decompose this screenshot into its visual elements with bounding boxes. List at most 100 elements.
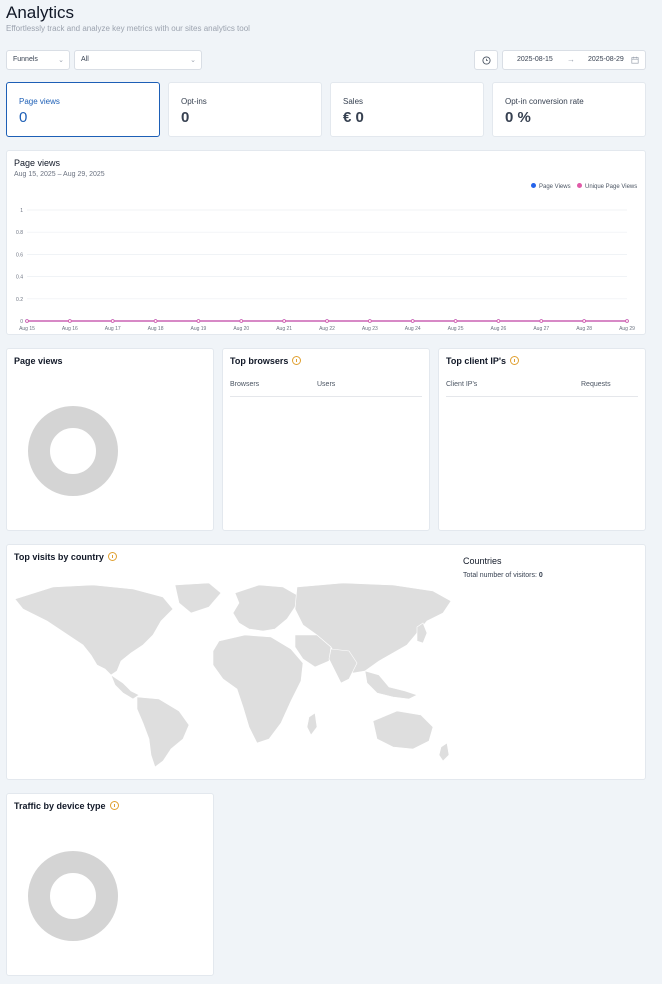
data-point (582, 319, 586, 323)
data-point (68, 319, 72, 323)
map-greenland (174, 582, 222, 614)
kpi-opt-in-conversion-rate[interactable]: Opt-in conversion rate 0 % (492, 82, 646, 137)
kpi-label: Sales (343, 97, 364, 106)
date-to[interactable]: 2025-08-29 (588, 56, 624, 63)
info-icon[interactable] (509, 356, 519, 365)
calendar-icon (631, 56, 639, 64)
legend-unique-page-views[interactable]: Unique Page Views (577, 183, 637, 190)
data-point (539, 319, 544, 323)
x-tick-label: Aug 20 (233, 326, 249, 332)
legend-dot (531, 183, 536, 188)
kpi-label: Opt-in conversion rate (505, 97, 584, 106)
pageviews-chart-card: Page views Aug 15, 2025 – Aug 29, 2025 P… (6, 150, 646, 335)
device-donut (28, 851, 118, 941)
map-southeast-asia (364, 670, 418, 700)
chart-subtitle: Aug 15, 2025 – Aug 29, 2025 (14, 171, 105, 178)
data-point (496, 319, 501, 323)
x-tick-label: Aug 17 (105, 326, 121, 332)
kpi-label: Page views (19, 97, 60, 106)
x-tick-label: Aug 21 (276, 326, 292, 332)
x-tick-label: Aug 27 (533, 326, 549, 332)
top-browsers-card: Top browsers Browsers Users (222, 348, 430, 531)
data-point (282, 319, 286, 323)
kpi-page-views[interactable]: Page views 0 (6, 82, 160, 137)
x-tick-label: Aug 16 (62, 326, 78, 332)
info-icon[interactable] (292, 356, 302, 365)
kpi-value: 0 % (505, 109, 531, 126)
chevron-down-icon: ⌄ (190, 57, 196, 64)
info-icon[interactable] (109, 801, 119, 810)
map-africa (212, 634, 304, 744)
line-chart: 0 0.2 0.4 0.6 0.8 1 Aug 15 Aug 16 Aug 17 Aug 18 Au… (16, 208, 635, 332)
kpi-value: 0 (19, 109, 28, 126)
map-south-america (136, 696, 190, 768)
card-title-text: Top visits by country (14, 552, 104, 562)
y-tick-label: 0 (20, 319, 23, 325)
top-visits-by-country-card: Top visits by country Countries Total nu… (6, 544, 646, 780)
kpi-value: 0 (181, 109, 190, 126)
x-tick-label: Aug 25 (448, 326, 464, 332)
data-point (196, 319, 201, 323)
info-icon[interactable] (107, 552, 117, 561)
x-tick-label: Aug 26 (490, 326, 506, 332)
legend-label: Unique Page Views (585, 184, 638, 190)
data-point (453, 319, 458, 323)
map-europe (232, 584, 298, 632)
column-header[interactable]: Users (317, 381, 335, 388)
data-point (25, 319, 29, 323)
column-header[interactable]: Browsers (230, 381, 259, 388)
legend-page-views[interactable]: Page Views (531, 183, 571, 190)
top-client-ips-card: Top client IP's Client IP's Requests (438, 348, 646, 531)
column-header[interactable]: Client IP's (446, 381, 477, 388)
date-from[interactable]: 2025-08-15 (517, 56, 553, 63)
card-title: Top browsers (230, 356, 302, 366)
map-madagascar (306, 712, 318, 736)
kpi-label: Opt-ins (181, 97, 207, 106)
legend-dot (577, 183, 582, 188)
clock-button[interactable] (474, 50, 498, 70)
y-tick-label: 0.2 (16, 297, 23, 303)
x-tick-label: Aug 28 (576, 326, 592, 332)
card-title: Top client IP's (446, 356, 519, 366)
divider (230, 396, 422, 397)
data-point (153, 319, 158, 323)
countries-total: Total number of visitors: 0 (463, 572, 543, 579)
card-title: Page views (14, 356, 63, 366)
x-tick-label: Aug 15 (19, 326, 35, 332)
funnels-select[interactable]: Funnels ⌄ (6, 50, 70, 70)
x-tick-label: Aug 18 (148, 326, 164, 332)
scope-select-value: All (81, 56, 89, 63)
y-tick-label: 0.8 (16, 230, 23, 236)
map-central-america (110, 674, 140, 700)
y-tick-label: 1 (20, 208, 23, 214)
y-tick-label: 0.6 (16, 252, 23, 258)
card-title: Top visits by country (14, 552, 117, 562)
scope-select[interactable]: All ⌄ (74, 50, 202, 70)
data-point (110, 319, 115, 323)
x-tick-label: Aug 24 (405, 326, 421, 332)
card-title: Traffic by device type (14, 801, 119, 811)
column-header[interactable]: Requests (581, 381, 611, 388)
data-point (368, 319, 372, 323)
chevron-down-icon: ⌄ (58, 57, 64, 64)
card-title-text: Top client IP's (446, 356, 506, 366)
kpi-value: € 0 (343, 109, 364, 126)
kpi-sales[interactable]: Sales € 0 (330, 82, 484, 137)
kpi-opt-ins[interactable]: Opt-ins 0 (168, 82, 322, 137)
map-australia (372, 710, 434, 750)
x-tick-label: Aug 19 (190, 326, 206, 332)
x-tick-label: Aug 23 (362, 326, 378, 332)
page-subtitle: Effortlessly track and analyze key metri… (6, 24, 250, 33)
card-title-text: Top browsers (230, 356, 289, 366)
x-tick-label: Aug 29 (619, 326, 635, 332)
countries-panel-title: Countries (463, 556, 502, 566)
pageviews-donut-card: Page views (6, 348, 214, 531)
clock-icon (481, 55, 491, 65)
date-range-picker[interactable]: 2025-08-15 → 2025-08-29 (502, 50, 646, 70)
x-tick-label: Aug 22 (319, 326, 335, 332)
data-point (239, 319, 244, 323)
page-title: Analytics (6, 3, 75, 22)
funnels-select-value: Funnels (13, 56, 38, 63)
total-visitors-label: Total number of visitors: (463, 572, 537, 579)
card-title-text: Traffic by device type (14, 801, 106, 811)
